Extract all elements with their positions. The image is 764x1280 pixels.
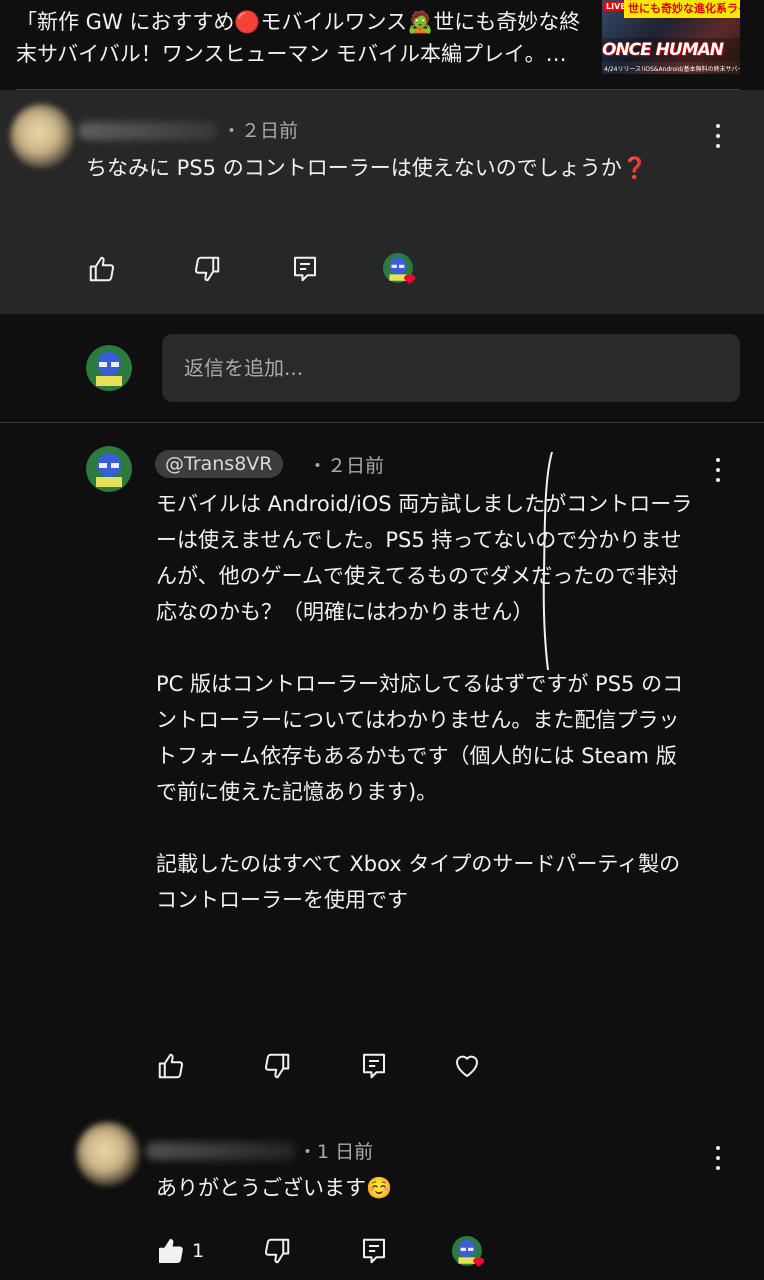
like-icon[interactable] <box>87 254 117 284</box>
divider <box>0 422 764 423</box>
reply-icon[interactable] <box>359 1236 389 1266</box>
scribble-mark <box>542 451 553 671</box>
dislike-icon[interactable] <box>262 1051 292 1081</box>
more-vert-icon[interactable] <box>706 124 730 148</box>
comment-paragraph: モバイルは Android/iOS 両方試しましたがコントローラーは使えませんで… <box>156 492 693 624</box>
comment-time: ・２日前 <box>308 455 385 477</box>
comment-text: ちなみに PS5 のコントローラーは使えないのでしょうか❓ <box>86 156 648 180</box>
avatar[interactable] <box>76 1122 140 1186</box>
reply-input[interactable] <box>162 334 740 402</box>
thumbnail-top-text: 世にも奇妙な進化系ライブ <box>624 0 740 18</box>
like-icon[interactable] <box>156 1051 186 1081</box>
reply-icon[interactable] <box>359 1051 389 1081</box>
dislike-icon[interactable] <box>192 254 222 284</box>
avatar[interactable] <box>86 446 132 492</box>
heart-icon[interactable] <box>452 1051 482 1081</box>
reply-icon[interactable] <box>290 254 320 284</box>
like-icon[interactable] <box>156 1236 186 1266</box>
comment-time: ・２日前 <box>222 120 299 142</box>
author-name-redacted[interactable] <box>146 1142 296 1160</box>
thumbnail-logo: ONCE HUMAN <box>602 38 740 62</box>
creator-heart-icon <box>383 253 416 284</box>
author-handle-chip[interactable]: @Trans8VR <box>155 450 283 478</box>
creator-heart-icon <box>452 1236 485 1267</box>
more-vert-icon[interactable] <box>706 1146 730 1170</box>
comment-text: ありがとうございます☺️ <box>156 1176 393 1200</box>
reply-input-box[interactable] <box>162 334 740 402</box>
author-name-redacted[interactable] <box>78 122 218 140</box>
current-user-avatar <box>86 345 132 391</box>
comment-time: ・1 日前 <box>298 1141 374 1163</box>
more-vert-icon[interactable] <box>706 458 730 482</box>
video-thumbnail[interactable]: LIVE 世にも奇妙な進化系ライブ ONCE HUMAN 4/24リリース!iO… <box>602 0 740 74</box>
comment-paragraph: PC 版はコントローラー対応してるはずですが PS5 のコントローラーについては… <box>156 672 684 804</box>
comment-text: モバイルは Android/iOS 両方試しましたがコントローラーは使えませんで… <box>156 486 696 918</box>
video-title[interactable]: 「新作 GW におすすめ🔴モバイルワンス🧟世にも奇妙な終末サバイバル！ワンスヒュ… <box>16 6 591 70</box>
like-count: 1 <box>192 1240 205 1262</box>
dislike-icon[interactable] <box>262 1236 292 1266</box>
comment-paragraph: 記載したのはすべて Xbox タイプのサードパーティ製のコントローラーを使用です <box>156 852 681 912</box>
avatar[interactable] <box>10 104 74 168</box>
thumbnail-sub-text: 4/24リリース!iOS&Android/基本無料の終末サバイバル <box>604 66 740 73</box>
